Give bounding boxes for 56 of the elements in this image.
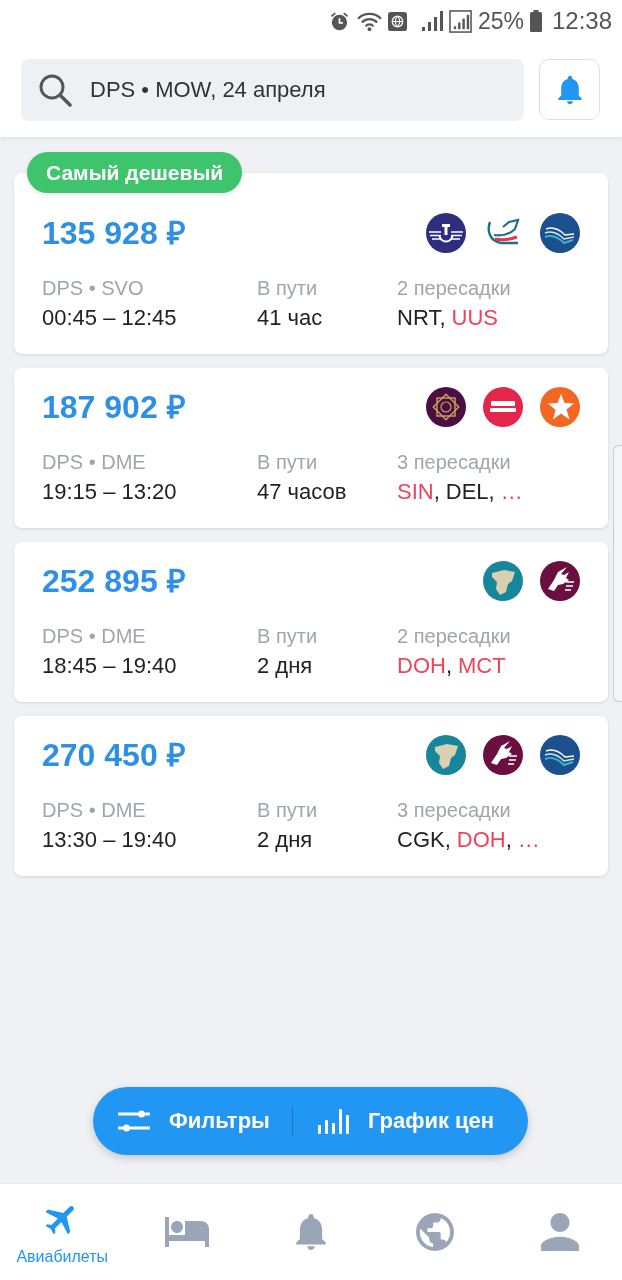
signal-icon (420, 10, 443, 32)
wifi-icon (356, 10, 382, 32)
travel-duration: 47 часов (257, 478, 347, 506)
star-logo-icon (540, 387, 580, 427)
route-codes: DPS • DME (42, 624, 146, 649)
wave-logo-icon (540, 213, 580, 253)
ticket-price: 252 895 ₽ (42, 562, 186, 601)
flight-times: 19:15 – 13:20 (42, 478, 177, 506)
cheapest-badge: Самый дешевый (27, 152, 243, 193)
duration-label: В пути (257, 624, 318, 649)
oryx-logo-icon (540, 561, 580, 601)
route-codes: DPS • DME (42, 798, 146, 823)
bar-chart-icon (316, 1108, 349, 1134)
stops-count: 2 пересадки (397, 276, 511, 301)
stopover-airports: CGK, DOH, … (397, 826, 540, 854)
route-codes: DPS • SVO (42, 276, 144, 301)
ticket-card[interactable]: 187 902 ₽ DPS • DME В пути 3 пересадки 19:15 – 13:20 47 часов SIN, DEL, … (14, 368, 608, 528)
ticket-price: 270 450 ₽ (42, 736, 186, 775)
search-icon (38, 72, 72, 107)
lettering-logo-icon (483, 387, 523, 427)
duration-label: В пути (257, 276, 318, 301)
battery-percent: 25% (477, 8, 524, 34)
battery-icon (529, 10, 542, 32)
stopover-airports: NRT, UUS (397, 304, 498, 332)
ticket-price: 135 928 ₽ (42, 214, 186, 253)
bell-icon (557, 74, 582, 105)
map-logo-icon (483, 561, 523, 601)
travel-duration: 2 дня (257, 826, 313, 854)
flight-times: 00:45 – 12:45 (42, 304, 177, 332)
edge-panel-handle[interactable] (613, 445, 622, 702)
stops-count: 3 пересадки (397, 798, 511, 823)
route-codes: DPS • DME (42, 450, 146, 475)
stopover-airports: DOH, MCT (397, 652, 506, 680)
signal-icon (448, 9, 472, 33)
flight-times: 13:30 – 19:40 (42, 826, 177, 854)
duration-label: В пути (257, 798, 318, 823)
sliders-icon (118, 1110, 150, 1132)
search-field[interactable]: DPS • MOW, 24 апреля (21, 58, 524, 121)
globe-sim-icon (387, 11, 407, 31)
duration-label: В пути (257, 450, 318, 475)
clock-time: 12:38 (551, 8, 612, 34)
wave-logo-icon (540, 735, 580, 775)
flight-times: 18:45 – 19:40 (42, 652, 177, 680)
stops-count: 2 пересадки (397, 624, 511, 649)
stops-count: 3 пересадки (397, 450, 511, 475)
map-logo-icon (426, 735, 466, 775)
travel-duration: 2 дня (257, 652, 313, 680)
oryx-logo-icon (483, 735, 523, 775)
travel-duration: 41 час (257, 304, 323, 332)
stopover-airports: SIN, DEL, … (397, 478, 523, 506)
ticket-price: 187 902 ₽ (42, 388, 186, 427)
ticket-card[interactable]: 252 895 ₽ DPS • DME В пути 2 пересадки 18:45 – 19:40 2 дня DOH, MCT (14, 542, 608, 702)
bell-button[interactable] (539, 59, 600, 120)
ticket-card[interactable]: 270 450 ₽ DPS • DME В пути 3 пересадки 13:30 – 19:40 2 дня CGK, DOH, … (14, 716, 608, 876)
winged-emblem-logo-icon (426, 213, 466, 253)
ornament-logo-icon (426, 387, 466, 427)
